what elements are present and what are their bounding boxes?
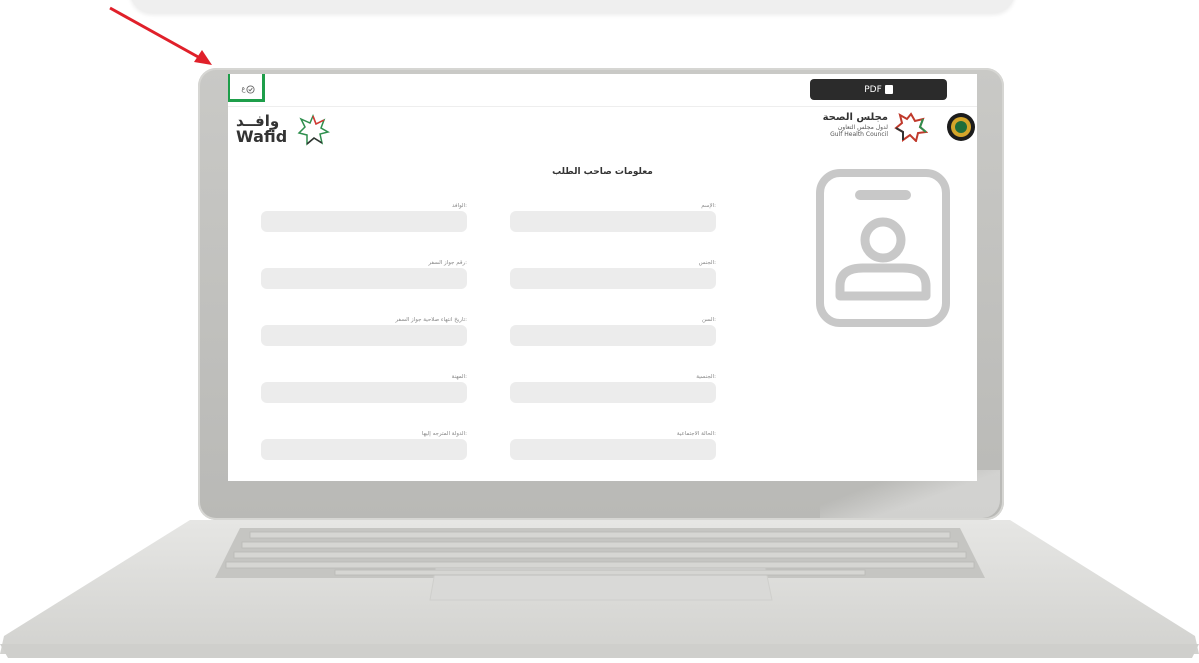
field-label-passport-expiry: تاريخ انتهاء صلاحية جواز السفر:	[395, 317, 467, 323]
field-label-passport-number: رقم جواز السفر:	[428, 260, 467, 266]
ghc-english-name: Gulf Health Council	[830, 131, 888, 138]
field-label-destination: الدولة المترجه إليها:	[421, 431, 467, 437]
field-marital-status	[510, 439, 716, 460]
field-passport-number	[261, 268, 467, 289]
field-label-name: الإسم:	[701, 203, 716, 209]
field-label-nationality: الجنسية:	[696, 374, 716, 380]
field-label-profession: المهنة:	[451, 374, 467, 380]
field-label-gender: الجنس:	[698, 260, 716, 266]
field-passport-expiry	[261, 325, 467, 346]
field-label-marital-status: الحالة الاجتماعية:	[676, 431, 716, 437]
field-profession	[261, 382, 467, 403]
field-label-age: السن:	[701, 317, 716, 323]
pdf-button[interactable]: PDF	[810, 79, 947, 100]
wafid-logo: وافــد Wafid	[232, 112, 342, 148]
wafid-star-icon	[297, 114, 330, 146]
wafid-english-name: Wafid	[236, 127, 288, 146]
ghc-star-icon	[894, 112, 928, 142]
document-icon	[884, 85, 893, 94]
laptop-base	[0, 520, 1199, 658]
field-nationality	[510, 382, 716, 403]
ghc-arabic-subtitle: لدول مجلس التعاون	[837, 124, 888, 131]
id-badge-icon	[816, 169, 950, 327]
highlight-box	[228, 74, 265, 102]
laptop-screen: ع PDF وافــد Wafid مجلس الصحة لدول مجلس …	[228, 74, 977, 481]
field-expat	[261, 211, 467, 232]
top-bar: ع PDF	[228, 74, 977, 107]
pdf-label: PDF	[864, 84, 882, 95]
field-age	[510, 325, 716, 346]
browser-address-bar	[130, 0, 1015, 13]
gulf-health-council-logo: مجلس الصحة لدول مجلس التعاون Gulf Health…	[816, 110, 976, 144]
field-gender	[510, 268, 716, 289]
pointer-arrow-annotation	[109, 6, 212, 65]
field-name	[510, 211, 716, 232]
ghc-arabic-name: مجلس الصحة	[822, 112, 888, 123]
field-label-expat: الوافد:	[452, 203, 467, 209]
gcc-emblem-icon	[947, 113, 975, 141]
field-destination	[261, 439, 467, 460]
